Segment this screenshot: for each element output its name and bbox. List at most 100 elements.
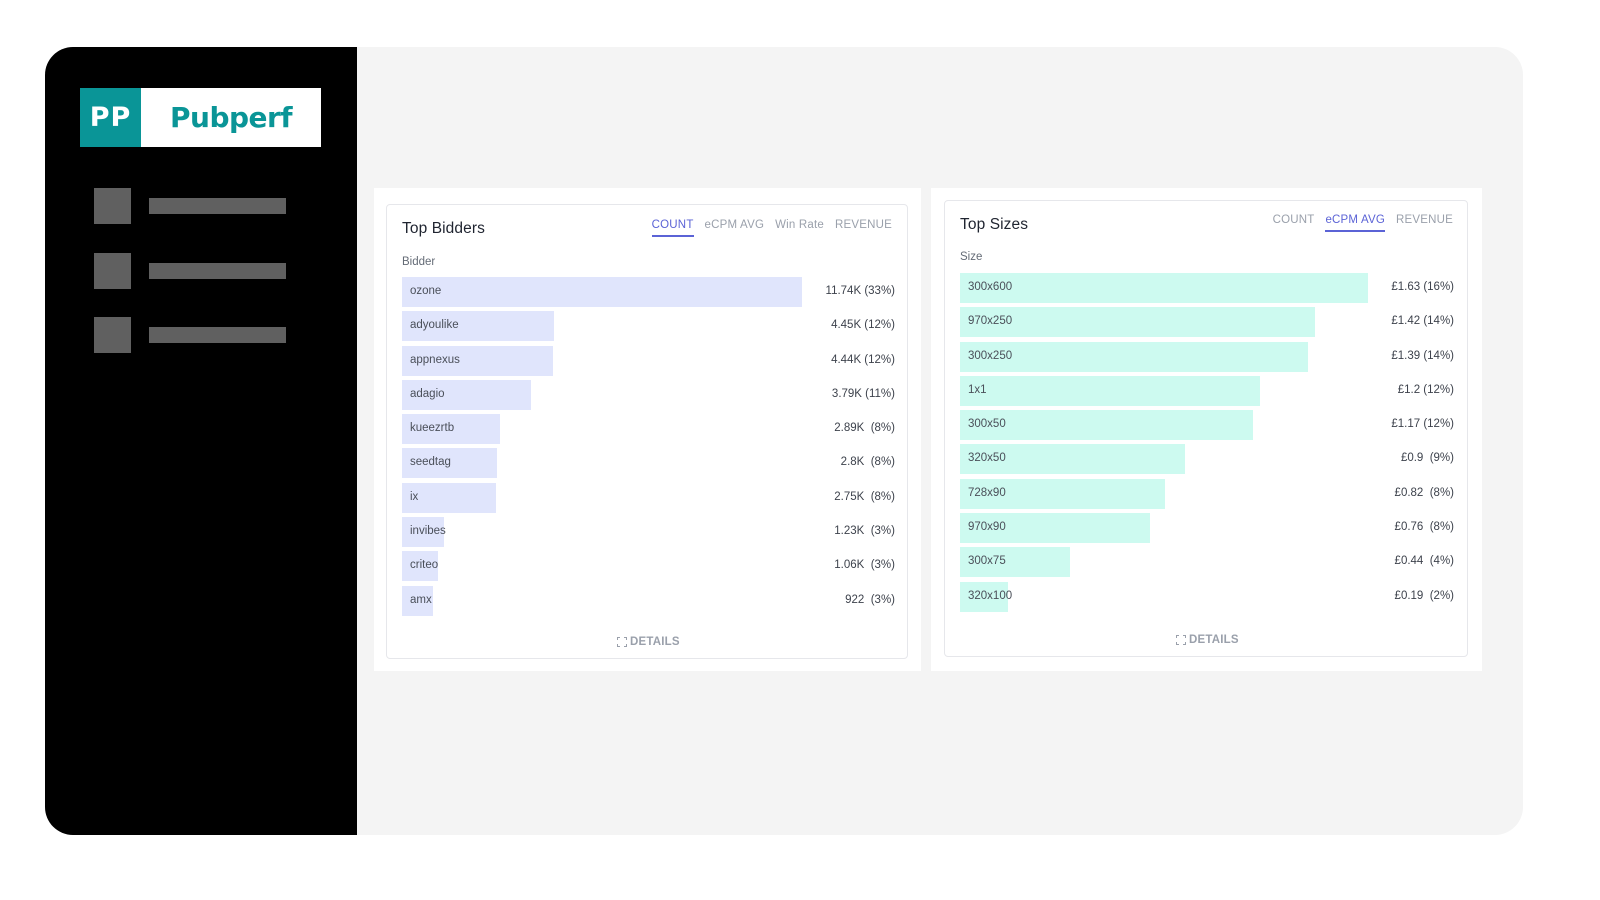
bar-row[interactable]: invibes 1.23K (3%)	[402, 517, 895, 551]
sidebar: PP Pubperf	[45, 47, 357, 835]
bar-row[interactable]: 320x100 £0.19 (2%)	[960, 581, 1454, 616]
bar-value: 1.23K (3%)	[834, 525, 895, 538]
nav-item-icon	[94, 188, 131, 224]
bar-row[interactable]: kueezrtb 2.89K (8%)	[402, 414, 895, 448]
logo[interactable]: PP Pubperf	[80, 88, 321, 147]
bar-row[interactable]: appnexus 4.44K (12%)	[402, 345, 895, 380]
bar-label: kueezrtb	[410, 422, 455, 435]
card-title: Top Sizes	[960, 216, 1029, 233]
bar-label: 320x100	[968, 589, 1013, 602]
bar-label: 300x75	[968, 555, 1006, 568]
bar-row[interactable]: ix 2.75K (8%)	[402, 482, 895, 517]
top-sizes-card: Top Sizes COUNT eCPM AVG REVENUE Size 300x…	[944, 200, 1468, 657]
bar-row[interactable]: 300x600 £1.63 (16%)	[960, 273, 1454, 307]
bar-value: 11.74K (33%)	[825, 285, 895, 297]
bar-value: £1.2 (12%)	[1397, 383, 1454, 396]
details-label: DETAILS	[630, 636, 680, 648]
bar-value: £0.19 (2%)	[1394, 589, 1454, 602]
tab-revenue[interactable]: REVENUE	[1396, 214, 1453, 232]
metric-tabs: COUNT eCPM AVG Win Rate REVENUE	[651, 219, 892, 237]
bar-row[interactable]: adyoulike 4.45K (12%)	[402, 311, 895, 345]
bar-row[interactable]: 970x250 £1.42 (14%)	[960, 307, 1454, 341]
bar	[960, 273, 1368, 303]
bar-label: adyoulike	[410, 319, 459, 332]
bar-value: £0.9 (9%)	[1400, 452, 1454, 465]
tab-ecpm-avg[interactable]: eCPM AVG	[705, 219, 765, 237]
bar-row[interactable]: 970x90 £0.76 (8%)	[960, 513, 1454, 547]
sidebar-item-2[interactable]	[94, 253, 294, 289]
details-button[interactable]: DETAILS	[617, 636, 680, 648]
nav-item-icon	[94, 253, 131, 289]
bar-label: 300x600	[968, 281, 1013, 293]
expand-icon	[617, 637, 627, 647]
bar-row[interactable]: seedtag 2.8K (8%)	[402, 448, 895, 482]
bar-label: invibes	[410, 525, 446, 538]
details-label: DETAILS	[1189, 634, 1239, 646]
card-title: Top Bidders	[402, 220, 485, 237]
bar-value: £1.63 (16%)	[1391, 281, 1454, 293]
bar-label: 1x1	[968, 383, 987, 396]
bar	[960, 307, 1316, 338]
bar-row[interactable]: 300x50 £1.17 (12%)	[960, 410, 1454, 444]
bar-label: 970x250	[968, 315, 1013, 328]
bar-label: appnexus	[410, 353, 460, 366]
bar-value: £1.42 (14%)	[1391, 315, 1454, 328]
bar-label: amx	[410, 593, 432, 606]
sizes-bar-list: 300x600 £1.63 (16%) 970x250 £1.42 (14%) 300x…	[960, 273, 1454, 616]
logo-mark: PP	[80, 88, 141, 147]
bar-label: seedtag	[410, 456, 451, 469]
top-sizes-panel: Top Sizes COUNT eCPM AVG REVENUE Size 300x…	[931, 188, 1482, 671]
bar-row[interactable]: amx 922 (3%)	[402, 585, 895, 620]
tab-count[interactable]: COUNT	[1273, 214, 1315, 232]
bar-value: 4.44K (12%)	[831, 353, 895, 366]
bar-row[interactable]: 300x75 £0.44 (4%)	[960, 547, 1454, 581]
nav-item-icon	[94, 317, 131, 353]
top-bidders-card: Top Bidders COUNT eCPM AVG Win Rate REVENUE…	[386, 204, 908, 659]
bar-label: 970x90	[968, 521, 1006, 534]
nav-item-label-redacted	[149, 198, 286, 214]
bar-value: 2.75K (8%)	[834, 490, 895, 503]
expand-icon	[1176, 635, 1186, 645]
bar-value: £0.82 (8%)	[1394, 486, 1454, 499]
bar-label: 320x50	[968, 452, 1006, 465]
logo-name: Pubperf	[169, 101, 293, 134]
sidebar-item-3[interactable]	[94, 317, 294, 353]
bar-value: £0.44 (4%)	[1394, 555, 1454, 568]
column-header: Size	[960, 251, 983, 263]
bar-label: 728x90	[968, 486, 1006, 499]
tab-win-rate[interactable]: Win Rate	[775, 219, 824, 237]
bar-value: 4.45K (12%)	[831, 319, 895, 332]
bar-row[interactable]: 300x250 £1.39 (14%)	[960, 341, 1454, 376]
bar	[402, 277, 802, 307]
metric-tabs: COUNT eCPM AVG REVENUE	[1273, 214, 1453, 232]
bar-value: £0.76 (8%)	[1394, 521, 1454, 534]
bar-value: £1.39 (14%)	[1391, 349, 1454, 362]
bar-label: criteo	[410, 559, 439, 572]
bar	[960, 375, 1261, 406]
bar-row[interactable]: 728x90 £0.82 (8%)	[960, 478, 1454, 513]
bar-value: 3.79K (11%)	[831, 387, 895, 400]
app-window: PP Pubperf Top Bidders COUNT eCPM AVG Win …	[45, 47, 1523, 835]
bar-row[interactable]: ozone 11.74K (33%)	[402, 277, 895, 311]
bar-value: 1.06K (3%)	[834, 559, 895, 572]
bar-row[interactable]: 320x50 £0.9 (9%)	[960, 444, 1454, 478]
tab-ecpm-avg[interactable]: eCPM AVG	[1325, 214, 1385, 232]
bar-value: 922 (3%)	[845, 593, 895, 606]
bar-value: 2.89K (8%)	[834, 422, 895, 435]
bar-row[interactable]: criteo 1.06K (3%)	[402, 551, 895, 585]
details-button[interactable]: DETAILS	[1176, 634, 1239, 646]
tab-revenue[interactable]: REVENUE	[835, 219, 892, 237]
bar-label: 300x250	[968, 349, 1013, 362]
bar-label: ix	[410, 490, 419, 503]
bar-row[interactable]: adagio 3.79K (11%)	[402, 379, 895, 414]
bar-row[interactable]: 1x1 £1.2 (12%)	[960, 375, 1454, 410]
tab-count[interactable]: COUNT	[651, 219, 694, 237]
sidebar-item-1[interactable]	[94, 188, 294, 224]
bar-value: 2.8K (8%)	[840, 456, 895, 469]
column-header: Bidder	[402, 256, 436, 268]
bar-label: 300x50	[968, 418, 1006, 431]
bar-label: adagio	[410, 387, 445, 400]
bar-value: £1.17 (12%)	[1391, 418, 1454, 431]
bar-label: ozone	[410, 285, 442, 297]
nav-item-label-redacted	[149, 263, 286, 279]
